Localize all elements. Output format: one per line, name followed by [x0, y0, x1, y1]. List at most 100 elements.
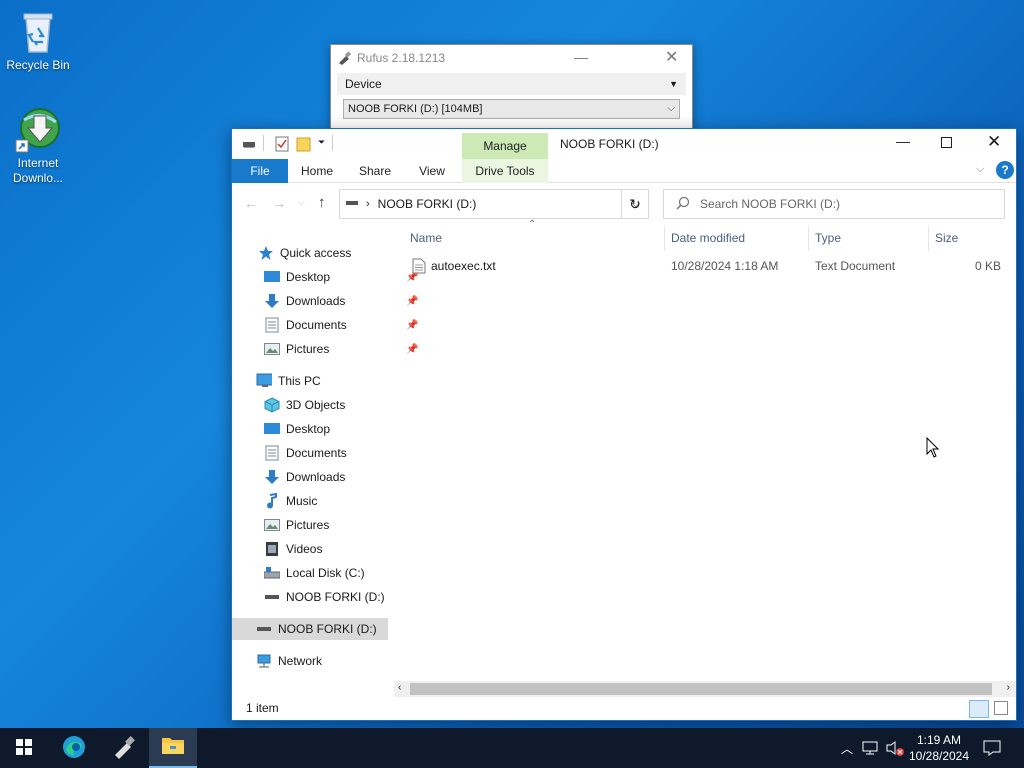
windows-logo-icon [16, 738, 32, 758]
search-box[interactable]: Search NOOB FORKI (D:) [663, 189, 1005, 219]
nav-noob-forki-selected[interactable]: NOOB FORKI (D:) [232, 618, 388, 640]
download-arrow-icon [264, 469, 280, 485]
rufus-device-value: NOOB FORKI (D:) [104MB] [348, 103, 483, 115]
properties-icon[interactable] [275, 136, 289, 155]
nav-label: NOOB FORKI (D:) [278, 622, 377, 636]
maximize-button[interactable] [941, 137, 952, 148]
download-arrow-icon [264, 293, 280, 309]
file-explorer-taskbar-button[interactable] [149, 728, 197, 768]
column-type[interactable]: Type [815, 225, 841, 251]
nav-quick-documents[interactable]: Documents 📌 [264, 314, 418, 336]
explorer-titlebar[interactable]: ⏷ Manage NOOB FORKI (D:) — ✕ [232, 129, 1016, 159]
drive-icon [256, 621, 272, 637]
nav-this-pc[interactable]: This PC [256, 370, 321, 392]
nav-desktop[interactable]: Desktop [264, 418, 330, 440]
rufus-close-button[interactable]: ✕ [665, 47, 678, 67]
tab-share[interactable]: Share [350, 159, 400, 183]
recycle-bin-desktop-icon[interactable]: Recycle Bin [0, 8, 76, 73]
qat-divider-2 [332, 135, 333, 151]
nav-label: This PC [278, 374, 321, 388]
column-divider[interactable] [928, 227, 929, 251]
large-icons-view-icon[interactable] [994, 701, 1008, 715]
scrollbar-thumb[interactable] [410, 683, 992, 695]
tab-drive-tools[interactable]: Drive Tools [462, 159, 548, 183]
nav-videos[interactable]: Videos [264, 538, 322, 560]
nav-pictures[interactable]: Pictures [264, 514, 329, 536]
nav-documents[interactable]: Documents [264, 442, 347, 464]
nav-downloads[interactable]: Downloads [264, 466, 345, 488]
nav-label: Pictures [286, 342, 330, 356]
file-type: Text Document [815, 259, 896, 273]
nav-label: Pictures [286, 518, 330, 532]
mouse-cursor-icon [926, 437, 940, 458]
show-hidden-icons-button[interactable]: ︿ [836, 728, 858, 768]
chevron-down-icon: ⌵ [667, 103, 675, 114]
tab-home[interactable]: Home [292, 159, 342, 183]
nav-local-disk-c[interactable]: Local Disk (C:) [264, 562, 365, 584]
collapse-arrow-icon[interactable]: ▼ [669, 79, 678, 89]
column-size[interactable]: Size [935, 225, 958, 251]
refresh-button[interactable]: ↻ [621, 189, 649, 219]
rufus-minimize-button[interactable]: — [574, 49, 588, 65]
nav-quick-pictures[interactable]: Pictures 📌 [264, 338, 418, 360]
column-name[interactable]: Name [410, 225, 442, 251]
table-row[interactable]: autoexec.txt 10/28/2024 1:18 AM Text Doc… [400, 255, 1008, 277]
network-tray-icon[interactable] [860, 728, 882, 768]
horizontal-scrollbar[interactable]: ‹ › [394, 681, 1016, 697]
minimize-button[interactable]: — [896, 133, 910, 149]
nav-quick-desktop[interactable]: Desktop 📌 [264, 266, 418, 288]
column-divider[interactable] [664, 227, 665, 251]
window-title: NOOB FORKI (D:) [560, 137, 659, 151]
item-count: 1 item [246, 701, 279, 715]
rufus-device-label: Device [345, 77, 382, 91]
action-center-button[interactable] [978, 728, 1006, 768]
rufus-titlebar[interactable]: Rufus 2.18.1213 — ✕ [331, 45, 692, 71]
back-arrow-icon[interactable]: ← [244, 195, 258, 211]
up-arrow-icon[interactable]: ↑ [318, 194, 326, 211]
rufus-title: Rufus 2.18.1213 [357, 51, 446, 65]
recent-dropdown-icon[interactable]: ⌵ [298, 197, 305, 208]
nav-quick-access[interactable]: Quick access [258, 242, 351, 264]
nav-3d-objects[interactable]: 3D Objects [264, 394, 345, 416]
address-bar[interactable]: › NOOB FORKI (D:) ⌵ [339, 189, 649, 219]
rufus-device-select[interactable]: NOOB FORKI (D:) [104MB] ⌵ [343, 99, 680, 119]
file-explorer-window[interactable]: ⏷ Manage NOOB FORKI (D:) — ✕ File Home S… [231, 128, 1017, 721]
rufus-window[interactable]: Rufus 2.18.1213 — ✕ Device ▼ NOOB FORKI … [330, 44, 693, 134]
nav-label: Documents [286, 318, 347, 332]
nav-label: 3D Objects [286, 398, 346, 412]
forward-arrow-icon[interactable]: → [272, 195, 286, 211]
manage-context-tab[interactable]: Manage [462, 133, 548, 159]
nav-network[interactable]: Network [256, 650, 322, 672]
help-icon[interactable]: ? [996, 161, 1014, 179]
nav-label: Desktop [286, 422, 331, 436]
nav-quick-downloads[interactable]: Downloads 📌 [264, 290, 418, 312]
clock[interactable]: 1:19 AM 10/28/2024 [906, 728, 972, 768]
address-path: NOOB FORKI (D:) [377, 197, 477, 211]
scroll-left-icon[interactable]: ‹ [398, 682, 401, 693]
start-button[interactable] [0, 728, 48, 768]
new-folder-icon[interactable] [296, 136, 312, 155]
expand-ribbon-icon[interactable]: ⌵ [976, 163, 984, 176]
nav-music[interactable]: Music [264, 490, 317, 512]
tab-view[interactable]: View [408, 159, 456, 183]
details-view-icon[interactable] [969, 700, 989, 718]
rufus-taskbar-button[interactable] [100, 728, 148, 768]
internet-download-label-1: Internet [17, 156, 59, 170]
navigation-pane: Quick access Desktop 📌 Downloads 📌 Docum… [232, 229, 418, 699]
qat-dropdown-icon[interactable]: ⏷ [318, 137, 325, 148]
close-button[interactable]: ✕ [987, 132, 1001, 152]
pictures-icon [264, 517, 280, 533]
column-date-modified[interactable]: Date modified [671, 225, 745, 251]
internet-download-label-2: Downlo... [12, 171, 64, 185]
volume-muted-icon[interactable] [884, 728, 906, 768]
nav-label: Desktop [286, 270, 331, 284]
scroll-right-icon[interactable]: › [1007, 682, 1010, 693]
column-divider[interactable] [808, 227, 809, 251]
folder-icon [161, 736, 185, 759]
internet-download-desktop-icon[interactable]: Internet Downlo... [0, 106, 76, 186]
local-disk-icon [264, 565, 280, 581]
edge-taskbar-button[interactable] [50, 728, 98, 768]
nav-noob-forki-pc[interactable]: NOOB FORKI (D:) [264, 586, 385, 608]
videos-icon [264, 541, 280, 557]
tab-file[interactable]: File [232, 159, 288, 183]
